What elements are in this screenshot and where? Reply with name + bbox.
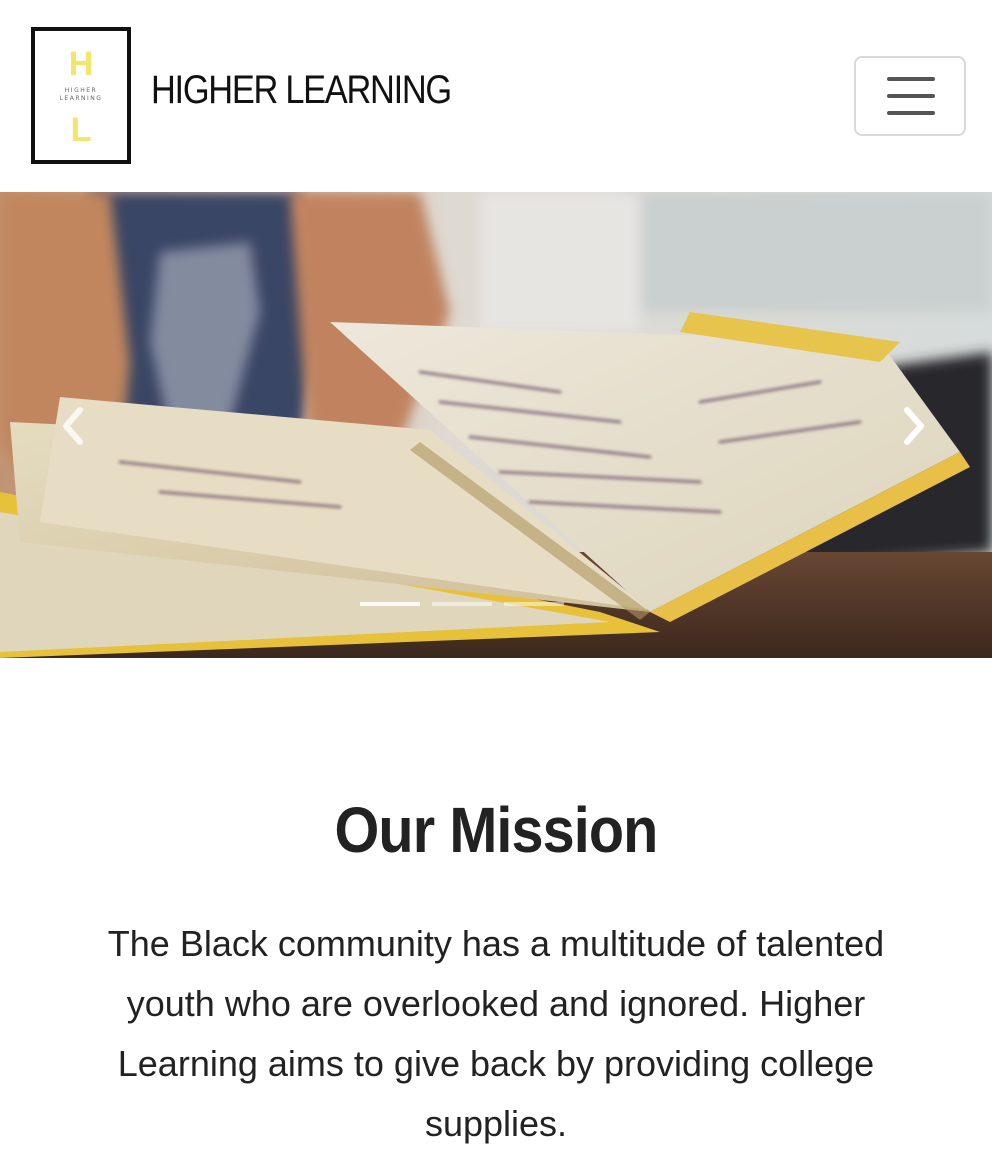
carousel-indicator-3[interactable] (504, 602, 564, 606)
carousel-prev-button[interactable] (0, 192, 150, 658)
navbar: H HIGHER LEARNING L HIGHER LEARNING (0, 0, 992, 192)
mission-body-text: The Black community has a multitude of t… (107, 923, 885, 1144)
brand-logo[interactable]: H HIGHER LEARNING L (31, 27, 131, 164)
logo-subtext-learning: LEARNING (59, 95, 103, 102)
hero-carousel (0, 192, 992, 658)
chevron-left-icon (63, 407, 83, 445)
brand-name-link[interactable]: HIGHER LEARNING (151, 64, 452, 116)
logo-letter-h: H (68, 45, 94, 83)
navbar-toggle-button[interactable] (854, 56, 966, 136)
logo-letter-l: L (70, 111, 92, 149)
carousel-indicator-1[interactable] (360, 602, 420, 606)
carousel-indicators (360, 602, 564, 608)
carousel-next-button[interactable] (842, 192, 992, 658)
logo-subtext-higher: HIGHER (64, 87, 98, 94)
chevron-right-icon (904, 407, 924, 445)
mission-title: Our Mission (334, 794, 659, 866)
carousel-indicator-2[interactable] (432, 602, 492, 606)
